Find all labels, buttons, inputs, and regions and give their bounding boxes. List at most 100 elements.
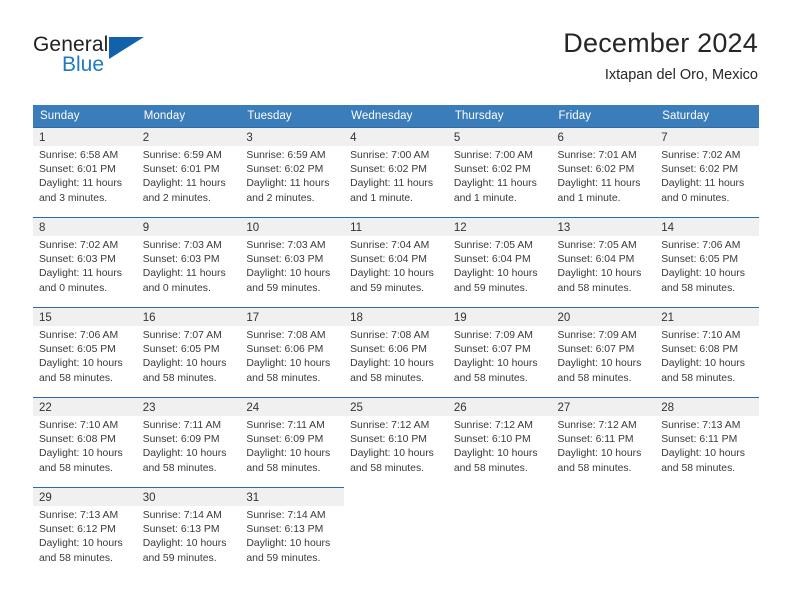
calendar-day-cell[interactable]: 3 Sunrise: 6:59 AM Sunset: 6:02 PM Daylight… xyxy=(240,127,345,218)
weekday-header-monday: Monday xyxy=(136,105,241,128)
daylight-text-line1: Daylight: 11 hours xyxy=(453,178,537,190)
day-details: Sunrise: 7:00 AM Sunset: 6:02 PM Daylight:… xyxy=(344,146,448,206)
daylight-text-line1: Daylight: 10 hours xyxy=(557,448,642,460)
calendar-day-cell[interactable]: 11 Sunrise: 7:04 AM Sunset: 6:04 PM Dayligh… xyxy=(344,217,448,308)
sunset-text: Sunset: 6:05 PM xyxy=(39,344,116,356)
brand-logo[interactable]: General Blue xyxy=(33,34,153,78)
sunset-text: Sunset: 6:02 PM xyxy=(350,164,427,176)
calendar-week-row: 8 Sunrise: 7:02 AM Sunset: 6:03 PM Daylight… xyxy=(33,217,759,308)
day-number: 7 xyxy=(655,128,759,146)
daylight-text-line1: Daylight: 10 hours xyxy=(661,268,745,280)
day-number: 11 xyxy=(344,218,448,236)
daylight-text-line1: Daylight: 10 hours xyxy=(453,358,538,370)
calendar-empty-cell xyxy=(344,487,448,578)
calendar-day-cell[interactable]: 12 Sunrise: 7:05 AM Sunset: 6:04 PM Dayligh… xyxy=(447,217,552,308)
calendar-day-cell[interactable]: 9 Sunrise: 7:03 AM Sunset: 6:03 PM Daylight… xyxy=(136,217,241,308)
day-details: Sunrise: 7:05 AM Sunset: 6:04 PM Daylight:… xyxy=(552,236,656,296)
calendar-day-cell[interactable]: 24 Sunrise: 7:11 AM Sunset: 6:09 PM Dayligh… xyxy=(240,397,345,488)
daylight-text-line1: Daylight: 10 hours xyxy=(350,268,434,280)
day-details: Sunrise: 7:14 AM Sunset: 6:13 PM Daylight:… xyxy=(240,506,344,566)
daylight-text-line1: Daylight: 11 hours xyxy=(557,178,641,190)
day-number: 22 xyxy=(33,398,137,416)
daylight-text-line1: Daylight: 10 hours xyxy=(557,268,642,280)
sunset-text: Sunset: 6:03 PM xyxy=(246,254,324,266)
calendar-day-cell[interactable]: 28 Sunrise: 7:13 AM Sunset: 6:11 PM Dayligh… xyxy=(655,397,759,488)
daylight-text-line2: and 58 minutes. xyxy=(557,462,632,474)
calendar-day-cell[interactable]: 30 Sunrise: 7:14 AM Sunset: 6:13 PM Dayligh… xyxy=(136,487,241,578)
calendar-day-cell[interactable]: 29 Sunrise: 7:13 AM Sunset: 6:12 PM Dayligh… xyxy=(33,487,137,578)
sunrise-text: Sunrise: 7:10 AM xyxy=(661,330,741,341)
daylight-text-line2: and 58 minutes. xyxy=(453,462,528,474)
calendar-grid: Sunday Monday Tuesday Wednesday Thursday… xyxy=(33,105,759,578)
calendar-day-cell[interactable]: 15 Sunrise: 7:06 AM Sunset: 6:05 PM Dayligh… xyxy=(33,307,137,398)
calendar-head: Sunday Monday Tuesday Wednesday Thursday… xyxy=(33,105,759,128)
day-number: 28 xyxy=(655,398,759,416)
calendar-day-cell[interactable]: 4 Sunrise: 7:00 AM Sunset: 6:02 PM Daylight… xyxy=(344,127,448,218)
calendar-day-cell[interactable]: 2 Sunrise: 6:59 AM Sunset: 6:01 PM Daylight… xyxy=(136,127,241,218)
day-details: Sunrise: 7:11 AM Sunset: 6:09 PM Daylight:… xyxy=(240,416,344,476)
calendar-body: 1 Sunrise: 6:58 AM Sunset: 6:01 PM Daylight… xyxy=(33,127,759,578)
sunrise-text: Sunrise: 7:08 AM xyxy=(246,330,326,341)
day-number: 14 xyxy=(655,218,759,236)
calendar-day-cell[interactable]: 22 Sunrise: 7:10 AM Sunset: 6:08 PM Dayligh… xyxy=(33,397,137,488)
sunrise-text: Sunrise: 7:02 AM xyxy=(661,150,741,161)
daylight-text-line1: Daylight: 10 hours xyxy=(246,268,331,280)
sunset-text: Sunset: 6:06 PM xyxy=(246,344,324,356)
sunset-text: Sunset: 6:13 PM xyxy=(246,524,324,536)
sunset-text: Sunset: 6:10 PM xyxy=(350,434,427,446)
calendar-day-cell[interactable]: 31 Sunrise: 7:14 AM Sunset: 6:13 PM Dayligh… xyxy=(240,487,345,578)
sunset-text: Sunset: 6:07 PM xyxy=(453,344,531,356)
calendar-page: General Blue December 2024 Ixtapan del O… xyxy=(0,0,792,612)
daylight-text-line2: and 59 minutes. xyxy=(142,552,217,564)
calendar-empty-cell xyxy=(551,487,656,578)
calendar-day-cell[interactable]: 6 Sunrise: 7:01 AM Sunset: 6:02 PM Daylight… xyxy=(551,127,656,218)
calendar-day-cell[interactable]: 1 Sunrise: 6:58 AM Sunset: 6:01 PM Daylight… xyxy=(33,127,137,218)
sunrise-text: Sunrise: 7:01 AM xyxy=(557,150,637,161)
day-details: Sunrise: 6:59 AM Sunset: 6:01 PM Daylight:… xyxy=(137,146,241,206)
sunrise-text: Sunrise: 7:09 AM xyxy=(557,330,637,341)
sunset-text: Sunset: 6:08 PM xyxy=(39,434,116,446)
calendar-day-cell[interactable]: 5 Sunrise: 7:00 AM Sunset: 6:02 PM Daylight… xyxy=(447,127,552,218)
calendar-day-cell[interactable]: 16 Sunrise: 7:07 AM Sunset: 6:05 PM Dayligh… xyxy=(136,307,241,398)
daylight-text-line2: and 58 minutes. xyxy=(246,462,321,474)
daylight-text-line1: Daylight: 10 hours xyxy=(557,358,642,370)
calendar-day-cell[interactable]: 7 Sunrise: 7:02 AM Sunset: 6:02 PM Daylight… xyxy=(655,127,759,218)
day-number: 6 xyxy=(551,128,656,146)
day-details: Sunrise: 7:10 AM Sunset: 6:08 PM Daylight:… xyxy=(655,326,759,386)
sunrise-text: Sunrise: 7:00 AM xyxy=(350,150,430,161)
calendar-day-cell[interactable]: 18 Sunrise: 7:08 AM Sunset: 6:06 PM Dayligh… xyxy=(344,307,448,398)
calendar-day-cell[interactable]: 17 Sunrise: 7:08 AM Sunset: 6:06 PM Dayligh… xyxy=(240,307,345,398)
daylight-text-line2: and 0 minutes. xyxy=(142,282,211,294)
daylight-text-line1: Daylight: 10 hours xyxy=(142,448,227,460)
day-details: Sunrise: 7:13 AM Sunset: 6:11 PM Daylight:… xyxy=(655,416,759,476)
daylight-text-line1: Daylight: 10 hours xyxy=(453,448,538,460)
sunrise-text: Sunrise: 7:03 AM xyxy=(246,240,326,251)
day-number xyxy=(344,488,448,506)
sunset-text: Sunset: 6:03 PM xyxy=(142,254,220,266)
calendar-day-cell[interactable]: 26 Sunrise: 7:12 AM Sunset: 6:10 PM Dayligh… xyxy=(447,397,552,488)
day-details: Sunrise: 7:00 AM Sunset: 6:02 PM Daylight:… xyxy=(448,146,552,206)
sunrise-text: Sunrise: 7:14 AM xyxy=(246,510,326,521)
daylight-text-line1: Daylight: 10 hours xyxy=(246,358,331,370)
daylight-text-line2: and 2 minutes. xyxy=(246,192,315,204)
daylight-text-line1: Daylight: 11 hours xyxy=(246,178,330,190)
day-number: 13 xyxy=(551,218,656,236)
sunset-text: Sunset: 6:11 PM xyxy=(661,434,738,446)
calendar-day-cell[interactable]: 13 Sunrise: 7:05 AM Sunset: 6:04 PM Dayligh… xyxy=(551,217,656,308)
calendar-table: Sunday Monday Tuesday Wednesday Thursday… xyxy=(33,105,759,578)
calendar-day-cell[interactable]: 10 Sunrise: 7:03 AM Sunset: 6:03 PM Dayligh… xyxy=(240,217,345,308)
calendar-day-cell[interactable]: 19 Sunrise: 7:09 AM Sunset: 6:07 PM Dayligh… xyxy=(447,307,552,398)
calendar-day-cell[interactable]: 20 Sunrise: 7:09 AM Sunset: 6:07 PM Dayligh… xyxy=(551,307,656,398)
day-number: 31 xyxy=(240,488,345,506)
sunrise-text: Sunrise: 7:00 AM xyxy=(453,150,533,161)
sunrise-text: Sunrise: 7:11 AM xyxy=(142,420,222,431)
calendar-day-cell[interactable]: 8 Sunrise: 7:02 AM Sunset: 6:03 PM Daylight… xyxy=(33,217,137,308)
calendar-day-cell[interactable]: 25 Sunrise: 7:12 AM Sunset: 6:10 PM Dayligh… xyxy=(344,397,448,488)
calendar-day-cell[interactable]: 23 Sunrise: 7:11 AM Sunset: 6:09 PM Dayligh… xyxy=(136,397,241,488)
day-details: Sunrise: 7:07 AM Sunset: 6:05 PM Daylight:… xyxy=(137,326,241,386)
calendar-day-cell[interactable]: 21 Sunrise: 7:10 AM Sunset: 6:08 PM Dayligh… xyxy=(655,307,759,398)
calendar-empty-cell xyxy=(447,487,552,578)
calendar-day-cell[interactable]: 27 Sunrise: 7:12 AM Sunset: 6:11 PM Dayligh… xyxy=(551,397,656,488)
day-details: Sunrise: 7:11 AM Sunset: 6:09 PM Daylight:… xyxy=(137,416,241,476)
calendar-day-cell[interactable]: 14 Sunrise: 7:06 AM Sunset: 6:05 PM Dayligh… xyxy=(655,217,759,308)
